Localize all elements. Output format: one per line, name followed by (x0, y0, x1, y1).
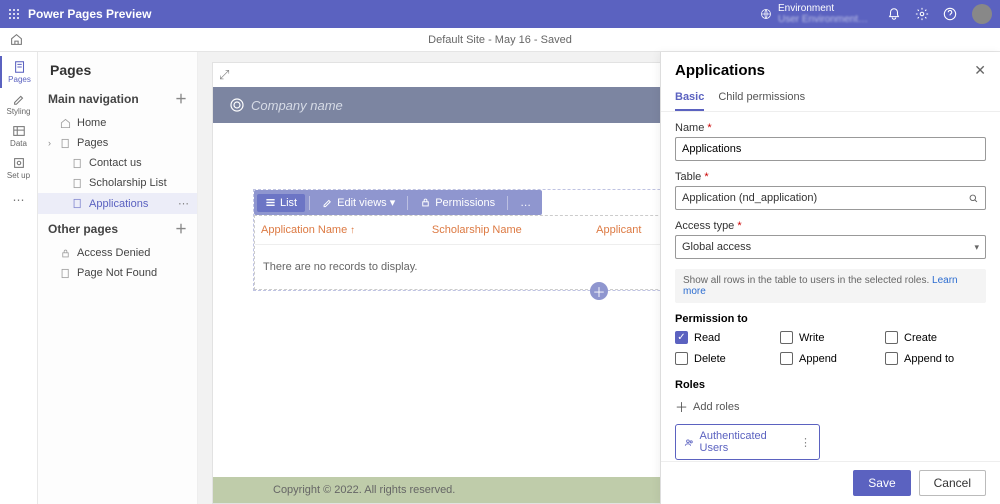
panel-title: Applications (675, 62, 765, 79)
item-more-icon[interactable]: ⋯ (178, 197, 189, 210)
sidebar-item-not-found[interactable]: Page Not Found (38, 263, 197, 283)
pages-sidebar: Pages Main navigation ＋ Home › Pages Con… (38, 52, 198, 504)
perm-create[interactable]: Create (885, 331, 986, 344)
main-nav-section: Main navigation ＋ (38, 84, 197, 113)
chevron-right-icon[interactable]: › (48, 138, 51, 148)
rail-more[interactable]: ⋯ (0, 184, 38, 216)
notifications-icon[interactable] (880, 0, 908, 28)
add-page-icon[interactable]: ＋ (175, 90, 187, 107)
role-chip[interactable]: Authenticated Users ⋮ (675, 424, 820, 460)
panel-tabs: Basic Child permissions (661, 85, 1000, 112)
left-rail: Pages Styling Data Set up ⋯ (0, 52, 38, 504)
tab-child[interactable]: Child permissions (718, 85, 805, 111)
table-label: Table * (675, 171, 986, 183)
breadcrumb-bar: Default Site - May 16 - Saved (0, 28, 1000, 52)
site-logo[interactable]: Company name (229, 97, 343, 113)
app-title: Power Pages Preview (28, 7, 151, 21)
permissions-button[interactable]: Permissions (412, 194, 503, 212)
save-button[interactable]: Save (853, 470, 910, 496)
search-icon (968, 193, 979, 204)
rail-styling[interactable]: Styling (0, 88, 38, 120)
env-label: Environment (778, 3, 868, 14)
rail-data[interactable]: Data (0, 120, 38, 152)
perm-append[interactable]: Append (780, 352, 881, 365)
sidebar-item-access-denied[interactable]: Access Denied (38, 243, 197, 263)
access-hint: Show all rows in the table to users in t… (675, 269, 986, 303)
permissions-panel: Applications ✕ Basic Child permissions N… (660, 52, 1000, 504)
chevron-down-icon: ▾ (974, 242, 979, 253)
sidebar-title: Pages (38, 52, 197, 84)
access-select[interactable]: Global access ▾ (675, 235, 986, 259)
sidebar-item-contact[interactable]: Contact us (38, 153, 197, 173)
help-icon[interactable] (936, 0, 964, 28)
waffle-icon[interactable] (0, 8, 28, 20)
sidebar-item-applications[interactable]: Applications ⋯ (38, 193, 197, 214)
perm-write[interactable]: Write (780, 331, 881, 344)
sidebar-item-scholarship[interactable]: Scholarship List (38, 173, 197, 193)
add-section-button[interactable]: ＋ (590, 282, 608, 300)
permission-section-label: Permission to (675, 313, 986, 325)
app-header: Power Pages Preview Environment User Env… (0, 0, 1000, 28)
rail-setup[interactable]: Set up (0, 152, 38, 184)
col-application-name[interactable]: Application Name (255, 216, 426, 245)
chip-more-icon[interactable]: ⋮ (800, 436, 811, 449)
toolbar-more-button[interactable]: … (512, 194, 539, 212)
perm-read[interactable]: ✓Read (675, 331, 776, 344)
perm-delete[interactable]: Delete (675, 352, 776, 365)
table-select[interactable]: Application (nd_application) (675, 186, 986, 210)
environment-picker[interactable]: Environment User Environment… (760, 3, 868, 25)
list-toolbar: List Edit views ▾ Permissions (254, 190, 542, 215)
cancel-button[interactable]: Cancel (919, 470, 986, 496)
home-icon[interactable] (0, 33, 32, 46)
other-pages-section: Other pages ＋ (38, 214, 197, 243)
crumb-text: Default Site - May 16 - Saved (428, 34, 572, 46)
close-icon[interactable]: ✕ (974, 62, 986, 79)
list-button[interactable]: List (257, 194, 305, 212)
perm-append-to[interactable]: Append to (885, 352, 986, 365)
roles-section-label: Roles (675, 379, 986, 391)
name-input[interactable] (675, 137, 986, 161)
tab-basic[interactable]: Basic (675, 85, 704, 111)
sidebar-item-home[interactable]: Home (38, 113, 197, 133)
add-other-page-icon[interactable]: ＋ (175, 220, 187, 237)
name-label: Name * (675, 122, 986, 134)
avatar[interactable] (972, 4, 992, 24)
people-icon (684, 437, 695, 448)
env-name: User Environment… (778, 14, 868, 25)
expand-icon[interactable]: ⤢ (219, 67, 229, 83)
rail-pages[interactable]: Pages (0, 56, 38, 88)
settings-icon[interactable] (908, 0, 936, 28)
edit-views-button[interactable]: Edit views ▾ (314, 193, 403, 212)
access-label: Access type * (675, 220, 986, 232)
col-scholarship-name[interactable]: Scholarship Name (426, 216, 590, 245)
add-roles-button[interactable]: ＋Add roles (675, 397, 986, 416)
sidebar-item-pages[interactable]: › Pages (38, 133, 197, 153)
